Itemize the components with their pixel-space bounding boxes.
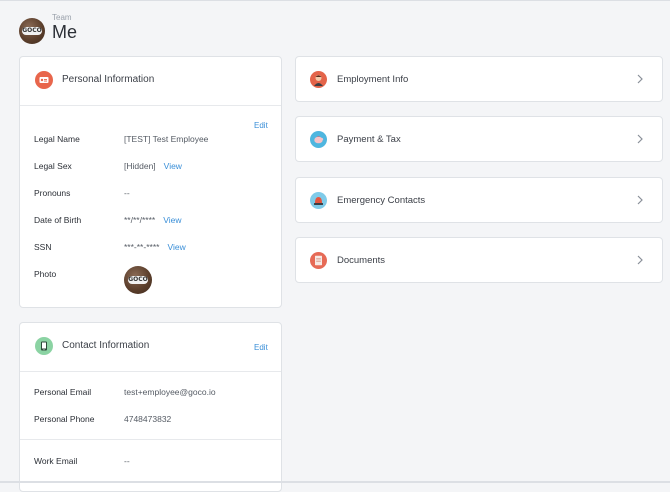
field-value-group: [Hidden] View (124, 161, 182, 171)
field-value: [TEST] Test Employee (124, 134, 209, 144)
field-value-group: **/**/**** View (124, 215, 181, 225)
contact-information-header: Contact Information Edit (20, 323, 281, 372)
top-border (0, 0, 670, 1)
personal-information-title: Personal Information (62, 74, 155, 85)
field-label: Pronouns (34, 188, 71, 198)
field-value-group: ***-**-**** View (124, 242, 186, 252)
field-label: Legal Sex (34, 161, 72, 171)
avatar: GOCO (19, 18, 45, 44)
section-divider (20, 439, 281, 440)
documents-label: Documents (337, 255, 386, 266)
legal-sex-view-link[interactable]: View (164, 161, 182, 171)
employment-icon (310, 71, 327, 88)
contact-information-card: Contact Information Edit Personal Email … (19, 322, 282, 492)
date-of-birth-view-link[interactable]: View (163, 215, 181, 225)
field-value: [Hidden] (124, 161, 156, 171)
document-icon (310, 252, 327, 269)
field-value: ***-**-**** (124, 242, 160, 252)
siren-icon (310, 192, 327, 209)
emergency-contacts-label: Emergency Contacts (337, 195, 426, 206)
ssn-view-link[interactable]: View (167, 242, 185, 252)
personal-information-card: Personal Information Edit Legal Name [TE… (19, 56, 282, 308)
documents-card[interactable]: Documents (295, 237, 663, 283)
field-label: Photo (34, 269, 57, 279)
personal-information-header: Personal Information (20, 57, 281, 106)
id-card-icon (35, 71, 53, 89)
employment-info-card[interactable]: Employment Info (295, 56, 663, 102)
chevron-right-icon (634, 252, 646, 268)
field-label: Legal Name (34, 134, 80, 144)
field-label: Personal Email (34, 387, 92, 397)
phone-icon (35, 337, 53, 355)
page-title: Me (52, 22, 78, 42)
field-label: Work Email (34, 456, 78, 466)
field-value: 4748473832 (124, 414, 172, 424)
contact-information-title: Contact Information (62, 340, 150, 351)
field-value: -- (124, 188, 130, 198)
profile-photo[interactable]: GOCO (124, 266, 152, 294)
employment-info-label: Employment Info (337, 74, 409, 85)
field-value: -- (124, 456, 130, 466)
emergency-contacts-card[interactable]: Emergency Contacts (295, 177, 663, 223)
avatar-logo-text: GOCO (22, 27, 42, 35)
avatar-logo-text: GOCO (128, 276, 148, 284)
chevron-right-icon (634, 131, 646, 147)
field-label: Date of Birth (34, 215, 82, 225)
personal-info-edit-link[interactable]: Edit (254, 121, 268, 130)
field-value: **/**/**** (124, 215, 156, 225)
piggy-bank-icon (310, 131, 327, 148)
contact-info-edit-link[interactable]: Edit (254, 343, 268, 352)
chevron-right-icon (634, 192, 646, 208)
chevron-right-icon (634, 71, 646, 87)
payment-tax-label: Payment & Tax (337, 134, 401, 145)
field-label: SSN (34, 242, 52, 252)
field-label: Personal Phone (34, 414, 95, 424)
breadcrumb[interactable]: Team (52, 13, 72, 22)
field-value: test+employee@goco.io (124, 387, 216, 397)
payment-tax-card[interactable]: Payment & Tax (295, 116, 663, 162)
